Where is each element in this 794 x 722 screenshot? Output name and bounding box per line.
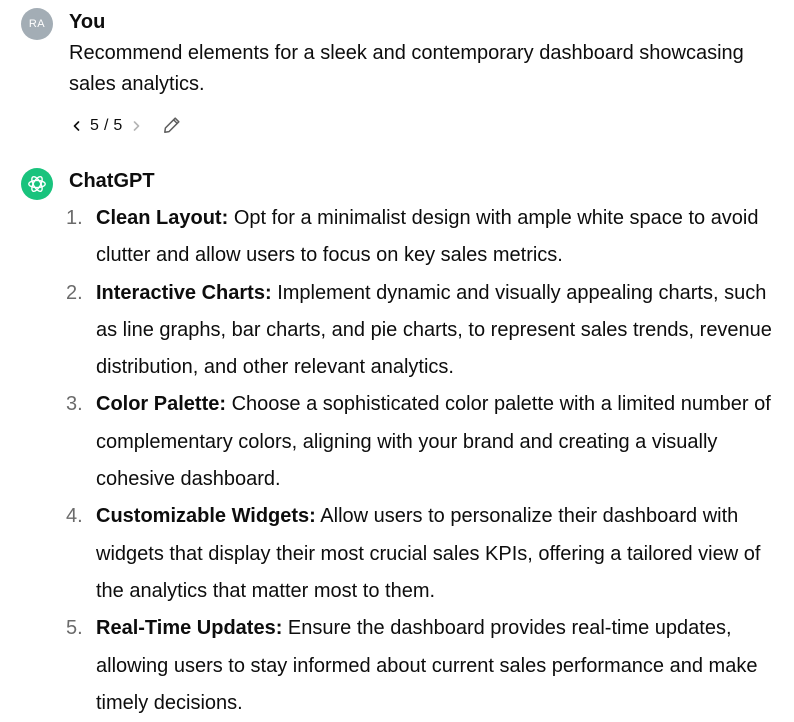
previous-version-button[interactable]	[66, 115, 88, 137]
openai-logo-icon	[28, 175, 46, 193]
list-item-heading: Customizable Widgets:	[96, 505, 316, 528]
assistant-avatar	[21, 168, 53, 200]
list-item: 4. Customizable Widgets: Allow users to …	[0, 498, 774, 610]
list-item-number: 4.	[66, 505, 83, 528]
message-version-pager: 5 / 5	[66, 112, 147, 140]
recommendation-list: 1. Clean Layout: Opt for a minimalist de…	[0, 200, 774, 722]
list-item-number: 3.	[66, 393, 83, 416]
list-item-number: 1.	[66, 207, 83, 229]
pencil-icon	[164, 117, 180, 133]
list-item: 1. Clean Layout: Opt for a minimalist de…	[0, 200, 774, 275]
list-item-heading: Clean Layout:	[96, 207, 229, 229]
list-item-heading: Color Palette:	[96, 393, 227, 416]
user-avatar: RA	[21, 8, 53, 40]
edit-message-button[interactable]	[160, 112, 184, 138]
chevron-left-icon	[73, 121, 80, 131]
version-count: 5 / 5	[90, 117, 123, 134]
list-item-number: 5.	[66, 617, 83, 640]
assistant-author-name: ChatGPT	[69, 170, 155, 192]
list-item: 5. Real-Time Updates: Ensure the dashboa…	[0, 610, 774, 722]
list-item: 2. Interactive Charts: Implement dynamic…	[0, 275, 774, 387]
chevron-right-icon	[133, 121, 139, 131]
list-item-heading: Interactive Charts:	[96, 281, 272, 304]
list-item: 3. Color Palette: Choose a sophisticated…	[0, 386, 774, 498]
user-author-name: You	[69, 11, 106, 33]
list-item-number: 2.	[66, 281, 83, 304]
user-message-text: Recommend elements for a sleek and conte…	[69, 42, 744, 95]
next-version-button[interactable]	[125, 115, 147, 137]
list-item-heading: Real-Time Updates:	[96, 617, 283, 640]
